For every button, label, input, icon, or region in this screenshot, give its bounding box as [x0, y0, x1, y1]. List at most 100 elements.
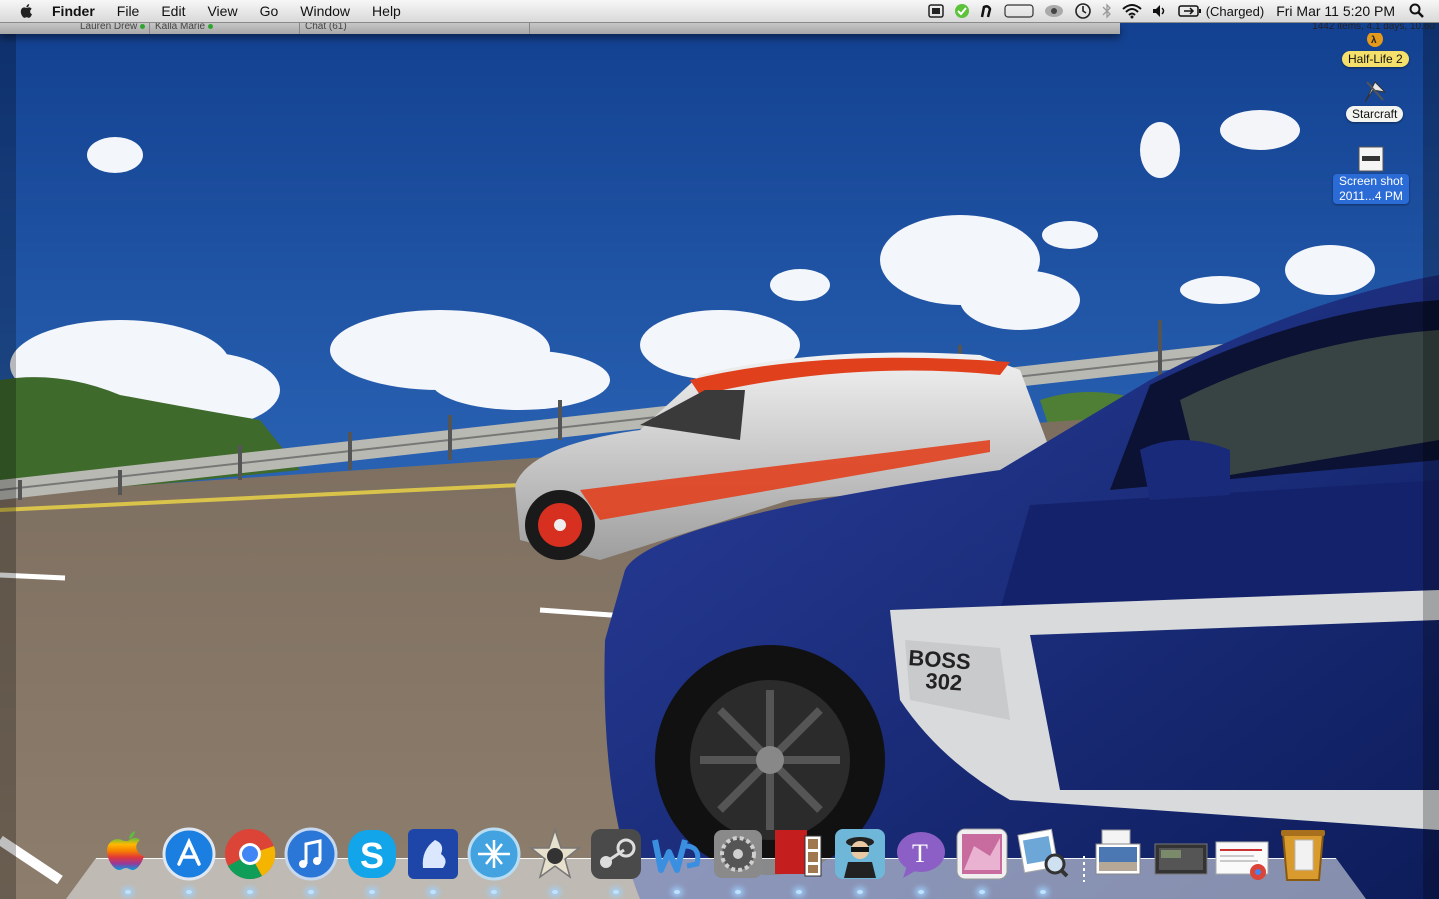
time-machine-icon[interactable]	[1074, 0, 1092, 22]
running-indicator	[491, 890, 497, 894]
desktop-icon-screenshot[interactable]: Screen shot 2011...4 PM	[1333, 146, 1410, 204]
desktop-icon-label: Screen shot 2011...4 PM	[1333, 174, 1410, 204]
running-indicator	[613, 890, 619, 894]
dock: S T	[100, 822, 1336, 894]
desktop-icon-label: Starcraft	[1346, 106, 1404, 122]
dock-separator-line	[1083, 856, 1085, 882]
dock-documents-stack[interactable]	[1092, 826, 1148, 882]
dock-chrome-stack[interactable]	[1214, 826, 1270, 882]
volume-icon[interactable]	[1152, 0, 1168, 22]
dock-spy-app[interactable]	[832, 826, 888, 894]
running-indicator	[674, 890, 680, 894]
growl-icon[interactable]	[954, 0, 970, 22]
dock-downloads-stack[interactable]	[1153, 826, 1209, 882]
half-life-2-icon: λ	[1367, 33, 1384, 47]
desktop-wallpaper: BOSS 302	[0, 0, 1439, 899]
running-indicator	[1040, 890, 1046, 894]
menu-window[interactable]: Window	[300, 3, 350, 19]
menu-help[interactable]: Help	[372, 3, 401, 19]
chat-tab-1[interactable]: Lauren Drew	[0, 22, 150, 34]
dock-finder[interactable]	[100, 826, 156, 894]
label-line: Screen shot	[1339, 174, 1404, 188]
chat-tab-label: Lauren Drew	[80, 22, 138, 32]
dock-word[interactable]	[649, 826, 705, 894]
menu-extras: (Charged) Fri Mar 11 5:20 PM	[918, 0, 1439, 22]
skype-icon: S	[348, 830, 396, 878]
dock-app-store[interactable]	[161, 826, 217, 894]
menu-edit[interactable]: Edit	[161, 3, 185, 19]
preview-icon	[1017, 828, 1069, 878]
downloads-stack-icon	[1154, 843, 1208, 875]
finder-apple-icon	[107, 831, 144, 870]
display-icon[interactable]	[1004, 0, 1034, 22]
documents-stack-icon	[1095, 829, 1141, 875]
menu-app-name[interactable]: Finder	[52, 3, 95, 19]
dock-trash[interactable]	[1275, 826, 1331, 882]
running-indicator	[857, 890, 863, 894]
desktop-icon-half-life-2[interactable]: λ Half-Life 2	[1342, 33, 1409, 67]
battery-status[interactable]: (Charged)	[1206, 4, 1265, 19]
running-indicator	[979, 890, 985, 894]
menu-go[interactable]: Go	[260, 3, 279, 19]
dock-preview[interactable]	[1015, 826, 1071, 894]
dock-separator	[1076, 826, 1092, 882]
dock-vuze[interactable]	[405, 826, 461, 894]
bluetooth-icon[interactable]	[1102, 0, 1112, 22]
dock-system-preferences[interactable]	[710, 826, 766, 894]
itunes-icon	[284, 827, 338, 881]
dock-chrome[interactable]	[222, 826, 278, 894]
running-indicator	[552, 890, 558, 894]
battery-icon[interactable]	[1177, 0, 1202, 22]
car-badge-302: 302	[925, 668, 963, 696]
dock-itunes[interactable]	[283, 826, 339, 894]
chat-tab-3[interactable]: Chat (61)	[300, 22, 530, 34]
notational-icon[interactable]	[980, 0, 994, 22]
desktop-icon-starcraft[interactable]: Starcraft	[1346, 78, 1404, 122]
running-indicator	[430, 890, 436, 894]
running-indicator	[125, 890, 131, 894]
dock-textfree[interactable]: T	[893, 826, 949, 894]
menu-file[interactable]: File	[117, 3, 140, 19]
spotlight-search-icon[interactable]	[1409, 0, 1425, 22]
status-menu-icon[interactable]	[927, 0, 944, 22]
svg-text:S: S	[360, 835, 384, 876]
app-store-icon	[162, 827, 216, 881]
chrome-stack-icon	[1215, 841, 1269, 880]
running-indicator	[186, 890, 192, 894]
starcraft-icon	[1364, 81, 1387, 103]
system-preferences-icon	[714, 830, 762, 878]
game-app-icon	[956, 828, 1008, 880]
dock-skype[interactable]: S	[344, 826, 400, 894]
running-indicator	[918, 890, 924, 894]
chat-tab-label: Kalla Marie	[155, 22, 206, 32]
dock-game-app[interactable]	[954, 826, 1010, 894]
screenshot-file-icon	[1358, 146, 1384, 172]
dock-transmission[interactable]	[466, 826, 522, 894]
trash-icon	[1281, 830, 1325, 881]
dock-photo-booth[interactable]	[771, 826, 827, 894]
dock-steam[interactable]	[588, 826, 644, 894]
apple-menu-icon[interactable]	[18, 2, 36, 20]
running-indicator	[735, 890, 741, 894]
imovie-icon	[528, 827, 582, 879]
itunes-status-text: 1442 items, 4.1 days, 10.60	[1312, 21, 1435, 32]
svg-text:λ: λ	[1371, 35, 1377, 46]
online-status-icon	[208, 24, 214, 29]
wifi-icon[interactable]	[1122, 0, 1142, 22]
desktop-icon-label: Half-Life 2	[1342, 51, 1409, 67]
transmission-icon	[467, 827, 521, 881]
menu-clock[interactable]: Fri Mar 11 5:20 PM	[1276, 3, 1395, 19]
photo-booth-icon	[775, 830, 822, 877]
running-indicator	[796, 890, 802, 894]
spy-app-icon	[835, 829, 885, 879]
textfree-letter: T	[912, 839, 928, 868]
running-indicator	[308, 890, 314, 894]
chat-tab-2[interactable]: Kalla Marie	[150, 22, 300, 34]
menu-view[interactable]: View	[207, 3, 237, 19]
running-indicator	[247, 890, 253, 894]
chat-tab-label: Chat (61)	[305, 22, 347, 32]
background-window-tabs: Lauren Drew Kalla Marie Chat (61)	[0, 22, 1120, 34]
eye-icon[interactable]	[1044, 0, 1064, 22]
dock-imovie[interactable]	[527, 826, 583, 894]
running-indicator	[369, 890, 375, 894]
